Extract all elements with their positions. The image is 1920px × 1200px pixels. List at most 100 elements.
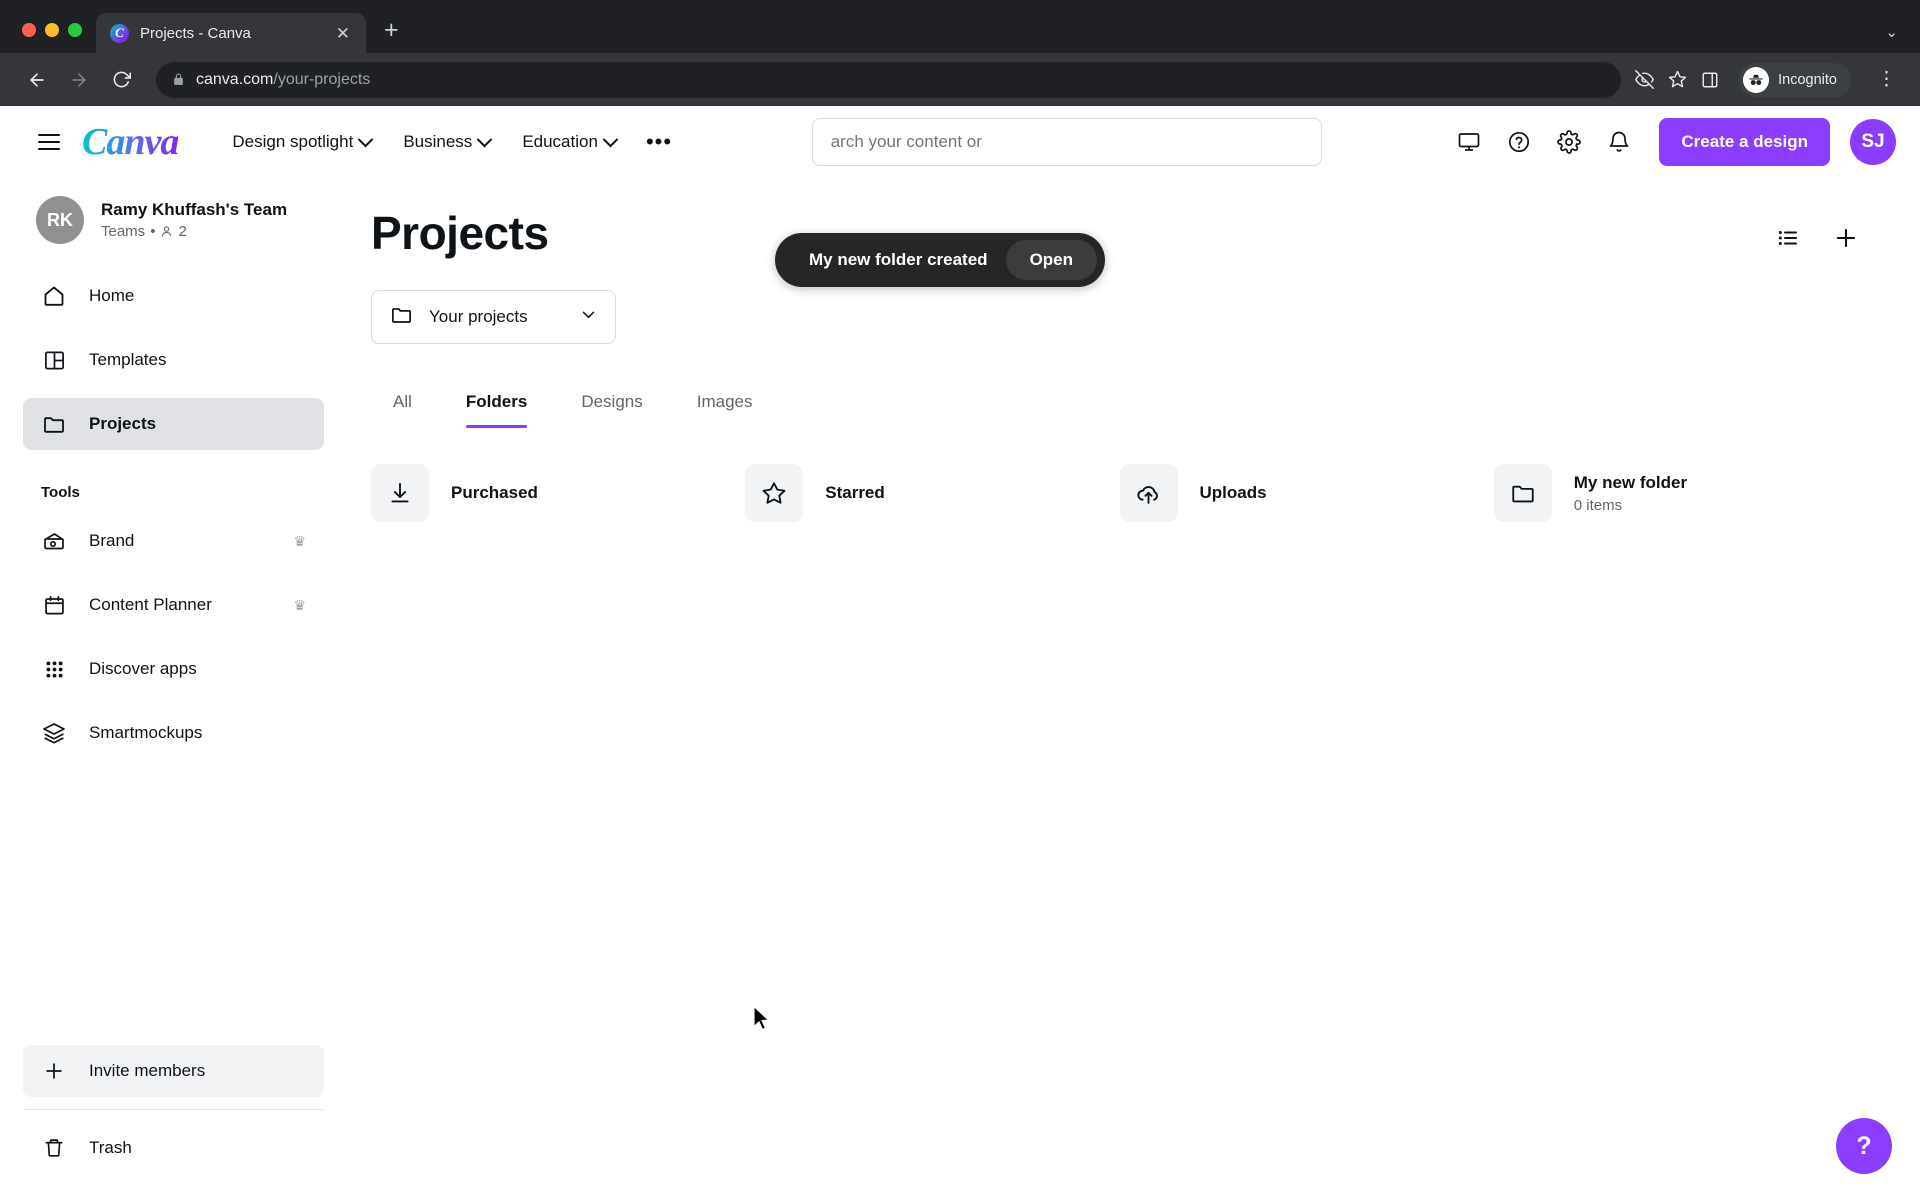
team-meta-separator: • (150, 223, 156, 240)
sidebar-item-label: Brand (89, 531, 135, 550)
invite-members-button[interactable]: Invite members (23, 1045, 324, 1097)
calendar-icon (41, 594, 67, 617)
invite-members-label: Invite members (89, 1061, 206, 1080)
settings-gear-icon[interactable] (1547, 120, 1591, 164)
apps-grid-icon (41, 659, 67, 680)
search-container: arch your content or (686, 118, 1447, 166)
team-meta-prefix: Teams (101, 223, 146, 240)
sidebar-item-templates[interactable]: Templates (23, 334, 324, 386)
tab-designs[interactable]: Designs (559, 382, 664, 428)
minimize-window-button[interactable] (45, 23, 59, 37)
team-name: Ramy Khuffash's Team (101, 200, 288, 219)
search-input[interactable]: arch your content or (811, 118, 1322, 166)
plus-icon (41, 1060, 67, 1082)
person-icon (162, 226, 172, 237)
tab-images[interactable]: Images (675, 382, 775, 428)
list-view-icon[interactable] (1766, 216, 1810, 260)
folder-icon (1493, 464, 1552, 522)
create-a-design-button[interactable]: Create a design (1659, 118, 1830, 166)
your-projects-filter-dropdown[interactable]: Your projects (371, 290, 616, 344)
folder-card-uploads[interactable]: Uploads (1119, 464, 1494, 522)
tab-all[interactable]: All (371, 382, 434, 428)
folder-icon (390, 303, 413, 331)
chevron-down-icon (358, 131, 374, 147)
user-avatar[interactable]: SJ (1850, 119, 1896, 165)
pro-crown-icon: ♛ (293, 532, 306, 549)
home-icon (41, 284, 67, 308)
pro-crown-icon: ♛ (293, 596, 306, 613)
folder-card-subtitle: 0 items (1573, 496, 1623, 514)
forward-icon[interactable] (60, 61, 98, 99)
canva-logo[interactable]: Canva (82, 120, 179, 164)
trash-icon (41, 1137, 67, 1159)
main-content: Projects Your projects All Folders Desig… (347, 178, 1920, 1200)
team-member-count: 2 (178, 223, 187, 240)
sidebar-item-content-planner[interactable]: Content Planner ♛ (23, 579, 324, 631)
address-bar[interactable]: canva.com/your-projects (156, 61, 1622, 98)
tab-list-chevron-icon[interactable]: ⌄ (1885, 23, 1898, 41)
lock-icon (174, 73, 183, 85)
browser-menu-icon[interactable]: ⋮ (1865, 70, 1902, 89)
tab-folders[interactable]: Folders (444, 382, 549, 428)
nav-link-label: Design spotlight (232, 132, 354, 151)
folder-card-starred[interactable]: Starred (745, 464, 1119, 522)
url-path: /your-projects (273, 70, 371, 88)
sidebar-item-trash[interactable]: Trash (23, 1122, 324, 1174)
incognito-avatar-icon (1743, 66, 1770, 93)
sidebar-item-projects[interactable]: Projects (23, 398, 324, 450)
sidebar-item-label: Trash (89, 1138, 132, 1157)
sidebar-item-smartmockups[interactable]: Smartmockups (23, 707, 324, 759)
folder-card-title: My new folder (1573, 472, 1688, 492)
main-header-actions (1766, 216, 1868, 260)
browser-tab-title: Projects - Canva (140, 24, 251, 42)
layers-icon (41, 721, 67, 745)
reload-icon[interactable] (102, 61, 140, 99)
folder-card-title: Purchased (451, 483, 538, 502)
maximize-window-button[interactable] (68, 23, 82, 37)
team-avatar: RK (36, 196, 84, 244)
bell-icon[interactable] (1597, 120, 1641, 164)
help-fab-button[interactable]: ? (1836, 1118, 1892, 1174)
canva-top-navigation: Canva Design spotlight Business Educatio… (0, 106, 1920, 178)
cloud-upload-icon (1119, 464, 1178, 522)
sidebar-item-brand[interactable]: Brand ♛ (23, 515, 324, 567)
toast-open-button[interactable]: Open (1005, 240, 1098, 280)
browser-window: C Projects - Canva ✕ + ⌄ canva.com/your-… (0, 0, 1920, 1200)
chevron-down-icon (602, 131, 619, 147)
bookmark-star-icon[interactable] (1668, 70, 1687, 89)
close-window-button[interactable] (22, 23, 36, 37)
main-header: Projects (371, 206, 1868, 260)
browser-tab[interactable]: C Projects - Canva ✕ (96, 13, 366, 53)
sidebar-item-discover-apps[interactable]: Discover apps (23, 643, 324, 695)
folder-card-purchased[interactable]: Purchased (371, 464, 745, 522)
page-title: Projects (371, 207, 549, 259)
side-panel-icon[interactable] (1701, 71, 1719, 89)
back-icon[interactable] (18, 61, 56, 99)
download-icon (371, 464, 429, 522)
close-tab-button[interactable]: ✕ (332, 23, 354, 44)
hamburger-icon[interactable] (30, 126, 68, 159)
incognito-label: Incognito (1778, 71, 1837, 88)
folder-card-my-new-folder[interactable]: My new folder 0 items (1493, 464, 1868, 522)
eye-off-icon[interactable] (1635, 70, 1655, 89)
folder-icon (41, 412, 67, 436)
mouse-cursor (752, 1005, 772, 1038)
add-folder-button[interactable] (1824, 216, 1868, 260)
url-host: canva.com (196, 70, 274, 88)
incognito-profile-pill[interactable]: Incognito (1739, 62, 1851, 97)
nav-more-menu-icon[interactable]: ••• (632, 127, 686, 156)
sidebar-item-home[interactable]: Home (23, 270, 324, 322)
desktop-icon[interactable] (1447, 120, 1491, 164)
chevron-down-icon (477, 131, 493, 147)
nav-link-education[interactable]: Education (506, 122, 632, 162)
canva-favicon-icon: C (110, 23, 129, 43)
nav-link-design-spotlight[interactable]: Design spotlight (216, 122, 387, 162)
team-header[interactable]: RK Ramy Khuffash's Team Teams • 2 (23, 178, 324, 270)
nav-link-label: Business (403, 132, 473, 151)
sidebar-item-label: Projects (89, 414, 157, 433)
nav-link-business[interactable]: Business (387, 122, 506, 162)
sidebar-item-label: Home (89, 286, 135, 305)
help-circle-icon[interactable] (1497, 120, 1541, 164)
new-tab-button[interactable]: + (366, 18, 415, 53)
